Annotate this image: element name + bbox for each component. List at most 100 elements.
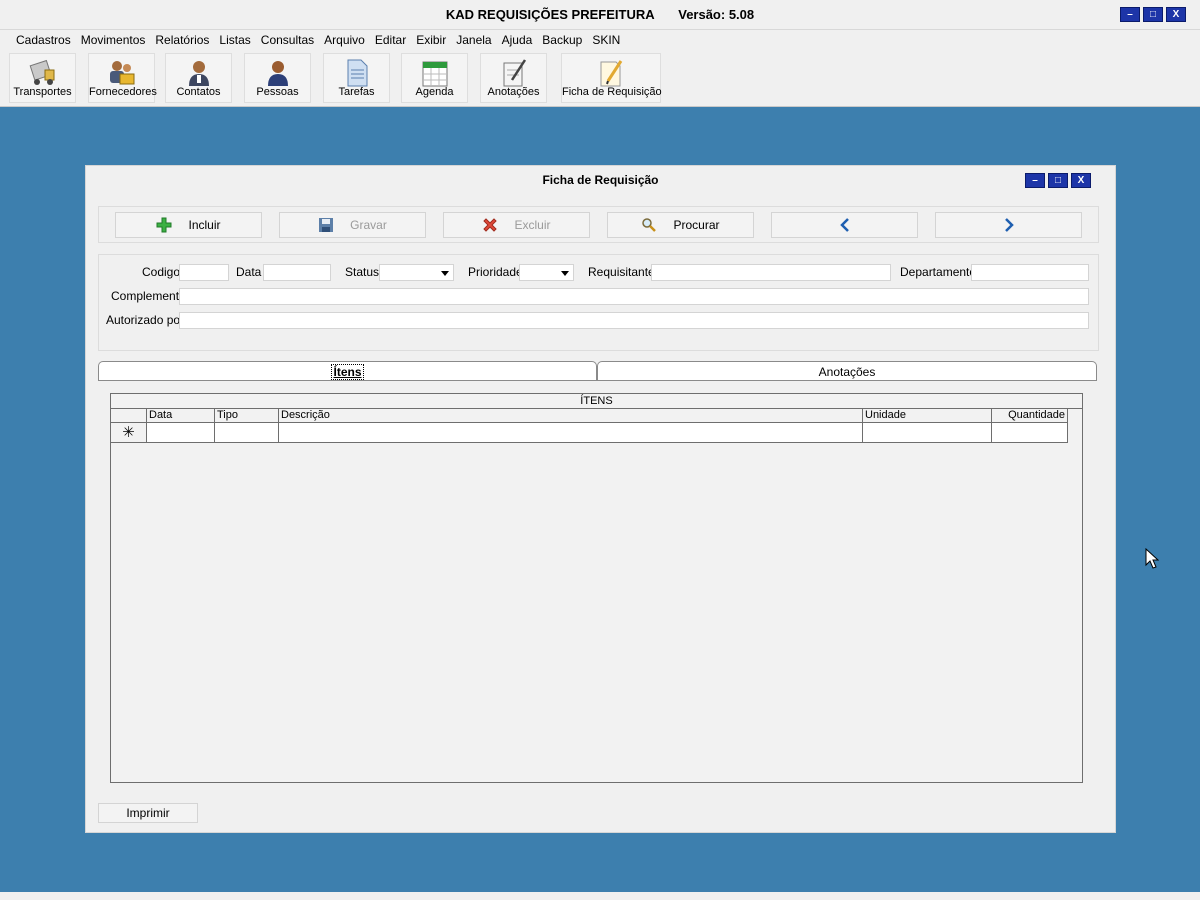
- maximize-button[interactable]: □: [1048, 173, 1068, 188]
- next-record-button[interactable]: [935, 212, 1082, 238]
- toolbar-label: Fornecedores: [89, 86, 157, 98]
- prioridade-select[interactable]: [519, 264, 574, 281]
- toolbar-ficha-requisicao-button[interactable]: Ficha de Requisição: [561, 53, 662, 103]
- app-window-controls: – □ X: [1120, 7, 1186, 22]
- toolbar-label: Pessoas: [256, 86, 299, 98]
- column-header-quantidade[interactable]: Quantidade: [992, 409, 1068, 423]
- menu-ajuda[interactable]: Ajuda: [497, 30, 538, 50]
- magnifier-icon: [641, 217, 657, 233]
- minimize-button[interactable]: –: [1025, 173, 1045, 188]
- toolbar-tarefas-button[interactable]: Tarefas: [323, 53, 390, 103]
- toolbar-label: Contatos: [176, 86, 221, 98]
- menubar: Cadastros Movimentos Relatórios Listas C…: [0, 30, 1200, 50]
- menu-skin[interactable]: SKIN: [587, 30, 625, 50]
- grid-caption: ÍTENS: [111, 394, 1082, 409]
- procurar-label: Procurar: [673, 218, 720, 232]
- data-field[interactable]: [263, 264, 331, 281]
- toolbar-anotacoes-button[interactable]: Anotações: [480, 53, 547, 103]
- close-button[interactable]: X: [1166, 7, 1186, 22]
- imprimir-button[interactable]: Imprimir: [98, 803, 198, 823]
- toolbar-transportes-button[interactable]: Transportes: [9, 53, 76, 103]
- menu-exibir[interactable]: Exibir: [411, 30, 451, 50]
- contact-icon: [188, 61, 209, 86]
- status-select[interactable]: [379, 264, 454, 281]
- autorizado-por-field[interactable]: [179, 312, 1089, 329]
- column-header-descricao[interactable]: Descrição: [279, 409, 863, 423]
- menu-movimentos[interactable]: Movimentos: [76, 30, 151, 50]
- toolbar-label: Agenda: [415, 86, 454, 98]
- menu-backup[interactable]: Backup: [537, 30, 587, 50]
- items-grid: ÍTENS Data Tipo Descrição Unidade Quanti…: [110, 393, 1083, 783]
- menu-cadastros[interactable]: Cadastros: [11, 30, 76, 50]
- requisition-window: Ficha de Requisição – □ X Incluir Gravar…: [85, 165, 1116, 833]
- excluir-label: Excluir: [514, 218, 551, 232]
- departamento-field[interactable]: [971, 264, 1089, 281]
- toolbar-fornecedores-button[interactable]: Fornecedores: [88, 53, 157, 103]
- tab-anotacoes-label: Anotações: [818, 365, 876, 379]
- suppliers-icon: [109, 61, 134, 85]
- gravar-button[interactable]: Gravar: [279, 212, 426, 238]
- tab-anotacoes[interactable]: Anotações: [597, 361, 1097, 381]
- tab-itens-label: Ítens: [331, 364, 364, 380]
- toolbar-label: Transportes: [13, 86, 72, 98]
- desktop-bottom-strip: [0, 892, 1200, 900]
- close-button[interactable]: X: [1071, 173, 1091, 188]
- document-icon: [347, 59, 367, 87]
- toolbar-agenda-button[interactable]: Agenda: [401, 53, 468, 103]
- column-header-unidade[interactable]: Unidade: [863, 409, 992, 423]
- toolbar-contatos-button[interactable]: Contatos: [165, 53, 232, 103]
- menu-janela[interactable]: Janela: [451, 30, 496, 50]
- mouse-cursor-icon: [1145, 548, 1159, 569]
- action-bar: Incluir Gravar Excluir Procurar: [98, 206, 1099, 243]
- tab-itens[interactable]: Ítens: [98, 361, 597, 381]
- app-titlebar: KAD REQUISIÇÕES PREFEITURA Versão: 5.08 …: [0, 0, 1200, 30]
- toolbar-label: Anotações: [487, 86, 540, 98]
- minimize-button[interactable]: –: [1120, 7, 1140, 22]
- new-row-marker[interactable]: ✳: [111, 423, 147, 443]
- toolbar-label: Ficha de Requisição: [562, 86, 662, 98]
- truck-icon: [29, 59, 54, 85]
- pencil-paper-icon: [600, 60, 623, 87]
- incluir-label: Incluir: [188, 218, 221, 232]
- previous-record-button[interactable]: [771, 212, 918, 238]
- new-row-quantidade-cell[interactable]: [992, 423, 1068, 443]
- incluir-button[interactable]: Incluir: [115, 212, 262, 238]
- dropdown-arrow-icon: [441, 271, 449, 276]
- app-title: KAD REQUISIÇÕES PREFEITURA Versão: 5.08: [0, 7, 1200, 22]
- excluir-button[interactable]: Excluir: [443, 212, 590, 238]
- new-row-data-cell[interactable]: [147, 423, 215, 443]
- departamento-label: Departamento: [900, 265, 977, 279]
- tab-panel-itens: ÍTENS Data Tipo Descrição Unidade Quanti…: [98, 380, 1097, 793]
- chevron-right-icon: [1004, 218, 1014, 232]
- autorizado-por-label: Autorizado por: [106, 313, 185, 327]
- menu-consultas[interactable]: Consultas: [256, 30, 319, 50]
- complemento-field[interactable]: [179, 288, 1089, 305]
- chevron-left-icon: [839, 218, 849, 232]
- new-row-descricao-cell[interactable]: [279, 423, 863, 443]
- menu-arquivo[interactable]: Arquivo: [319, 30, 370, 50]
- menu-listas[interactable]: Listas: [214, 30, 255, 50]
- notepad-icon: [503, 59, 526, 87]
- new-row-tipo-cell[interactable]: [215, 423, 279, 443]
- requisitante-label: Requisitante: [588, 265, 655, 279]
- column-header-data[interactable]: Data: [147, 409, 215, 423]
- child-window-controls: – □ X: [1025, 173, 1091, 188]
- status-label: Status: [345, 265, 380, 279]
- procurar-button[interactable]: Procurar: [607, 212, 754, 238]
- toolbar-pessoas-button[interactable]: Pessoas: [244, 53, 311, 103]
- new-row-unidade-cell[interactable]: [863, 423, 992, 443]
- delete-x-icon: [482, 217, 498, 233]
- menu-editar[interactable]: Editar: [370, 30, 411, 50]
- column-header-tipo[interactable]: Tipo: [215, 409, 279, 423]
- menu-relatorios[interactable]: Relatórios: [150, 30, 214, 50]
- app-version: Versão: 5.08: [678, 7, 755, 22]
- person-icon: [267, 61, 288, 86]
- maximize-button[interactable]: □: [1143, 7, 1163, 22]
- requisitante-field[interactable]: [651, 264, 891, 281]
- app-name: KAD REQUISIÇÕES PREFEITURA: [445, 7, 655, 22]
- dropdown-arrow-icon: [561, 271, 569, 276]
- codigo-field[interactable]: [179, 264, 229, 281]
- save-icon: [318, 217, 334, 233]
- plus-icon: [156, 217, 172, 233]
- gravar-label: Gravar: [350, 218, 387, 232]
